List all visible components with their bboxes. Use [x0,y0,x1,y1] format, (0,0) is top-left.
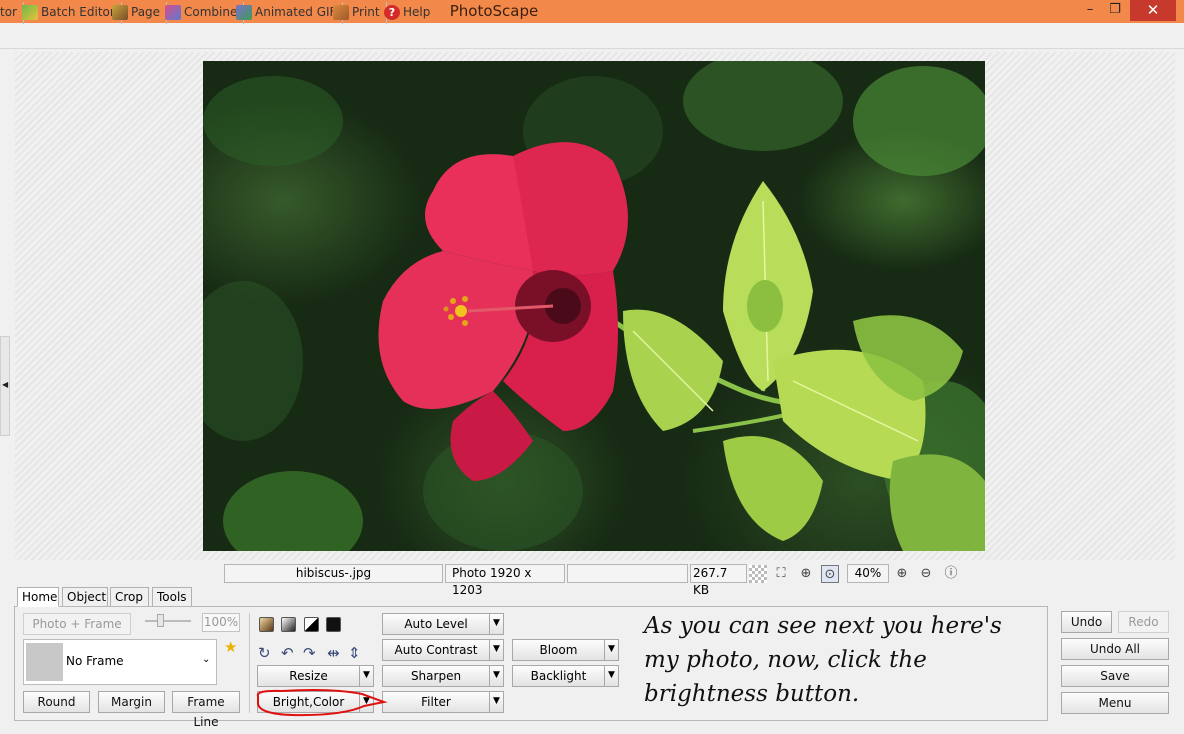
hibiscus-photo [203,61,985,551]
tab-crop[interactable]: Crop [110,587,149,607]
negative-swatch-icon[interactable] [326,617,341,632]
print-icon [333,5,349,20]
module-tab-bar [0,23,1184,49]
transparency-grid-icon[interactable] [749,565,767,583]
status-filename: hibiscus-.jpg [224,564,443,583]
filter-split-button[interactable]: Filter ▼ [382,691,504,713]
photo-image[interactable] [203,61,985,551]
backlight-dropdown-arrow[interactable]: ▼ [605,665,619,687]
annotation-line-3: brightness button. [644,681,860,707]
round-button[interactable]: Round [23,691,90,713]
undo-all-button[interactable]: Undo All [1061,638,1169,660]
auto-level-dropdown-arrow[interactable]: ▼ [490,613,504,635]
rotate-right-icon[interactable]: ↷ [303,644,316,662]
tab-help-label: Help [403,5,431,19]
auto-level-button[interactable]: Auto Level [382,613,490,635]
status-empty [567,564,688,583]
flip-horizontal-icon[interactable]: ⇹ [327,644,340,662]
minimize-button[interactable]: – [1078,0,1102,21]
tab-help[interactable]: ? Help [381,2,436,24]
resize-dropdown-arrow[interactable]: ▼ [360,665,374,687]
bloom-button[interactable]: Bloom [512,639,605,661]
tab-animated-gif-label: Animated GIF [255,5,337,19]
help-icon: ? [384,5,400,20]
tab-page[interactable]: Page [109,2,168,24]
tab-object[interactable]: Object [62,587,108,607]
animated-gif-icon [236,5,252,20]
fit-screen-icon[interactable]: ⛶ [772,565,790,583]
zoom-fit-icon[interactable]: ⊙ [821,565,839,583]
tab-animated-gif[interactable]: Animated GIF [233,2,344,24]
filter-button[interactable]: Filter [382,691,490,713]
filter-dropdown-arrow[interactable]: ▼ [490,691,504,713]
annotation-text: As you can see next you here's my photo,… [644,609,1044,711]
close-button[interactable]: ✕ [1130,0,1176,21]
undo-button[interactable]: Undo [1061,611,1112,633]
sharpen-button[interactable]: Sharpen [382,665,490,687]
tab-combine-label: Combine [184,5,238,19]
chevron-down-icon: ⌄ [202,654,211,665]
menu-button[interactable]: Menu [1061,692,1169,714]
save-button[interactable]: Save [1061,665,1169,687]
tab-page-label: Page [131,5,161,19]
status-photo-size: Photo 1920 x 1203 [445,564,565,597]
zoom-out-icon[interactable]: ⊖ [917,565,935,583]
zoom-in-icon[interactable]: ⊕ [893,565,911,583]
frame-select[interactable]: No Frame ⌄ [23,639,217,685]
tab-tools[interactable]: Tools [152,587,192,607]
collapse-arrow-icon: ◀ [2,380,9,389]
bloom-dropdown-arrow[interactable]: ▼ [605,639,619,661]
annotation-line-1: As you can see next you here's [644,613,1002,639]
annotation-circle [256,689,388,717]
margin-button[interactable]: Margin [98,691,165,713]
frame-line-button[interactable]: Frame Line [172,691,240,729]
frame-slider-track[interactable] [145,620,191,622]
page-icon [112,5,128,20]
backlight-split-button[interactable]: Backlight ▼ [512,665,619,687]
rotate-left-icon[interactable]: ↶ [281,644,294,662]
frame-select-value: No Frame [66,654,124,668]
resize-button[interactable]: Resize [257,665,360,687]
combine-icon [165,5,181,20]
zoom-actual-icon[interactable]: ⊕ [797,565,815,583]
info-icon[interactable]: ⓘ [942,565,960,583]
auto-level-split-button[interactable]: Auto Level ▼ [382,613,504,635]
black-white-swatch-icon[interactable] [304,617,319,632]
status-file-size: 267.7 KB [690,564,747,597]
batch-editor-icon [22,5,38,20]
bloom-split-button[interactable]: Bloom ▼ [512,639,619,661]
frame-percent-field[interactable]: 100% [202,613,240,632]
favorite-star-icon[interactable]: ★ [224,638,237,656]
annotation-line-2: my photo, now, click the [644,647,927,673]
tab-batch-editor-label: Batch Editor [41,5,115,19]
grayscale-swatch-icon[interactable] [281,617,296,632]
tab-editor-label: tor [0,5,17,19]
tab-combine[interactable]: Combine [162,2,245,24]
sharpen-dropdown-arrow[interactable]: ▼ [490,665,504,687]
tab-print[interactable]: Print [330,2,387,24]
auto-contrast-button[interactable]: Auto Contrast [382,639,490,661]
resize-split-button[interactable]: Resize ▼ [257,665,374,687]
rotate-icon[interactable]: ↻ [258,644,271,662]
tab-print-label: Print [352,5,380,19]
frame-preview-thumb [26,643,63,681]
auto-contrast-split-button[interactable]: Auto Contrast ▼ [382,639,504,661]
panel-divider [249,613,250,713]
maximize-button[interactable]: ❐ [1103,0,1127,21]
zoom-level: 40% [847,564,889,583]
sharpen-split-button[interactable]: Sharpen ▼ [382,665,504,687]
sepia-swatch-icon[interactable] [259,617,274,632]
tab-batch-editor[interactable]: Batch Editor [19,2,122,24]
tab-home[interactable]: Home [17,587,59,607]
backlight-button[interactable]: Backlight [512,665,605,687]
redo-button[interactable]: Redo [1118,611,1169,633]
photo-frame-button[interactable]: Photo + Frame [23,613,131,635]
flip-vertical-icon[interactable]: ⇕ [348,644,361,662]
frame-slider-thumb[interactable] [157,614,164,627]
auto-contrast-dropdown-arrow[interactable]: ▼ [490,639,504,661]
